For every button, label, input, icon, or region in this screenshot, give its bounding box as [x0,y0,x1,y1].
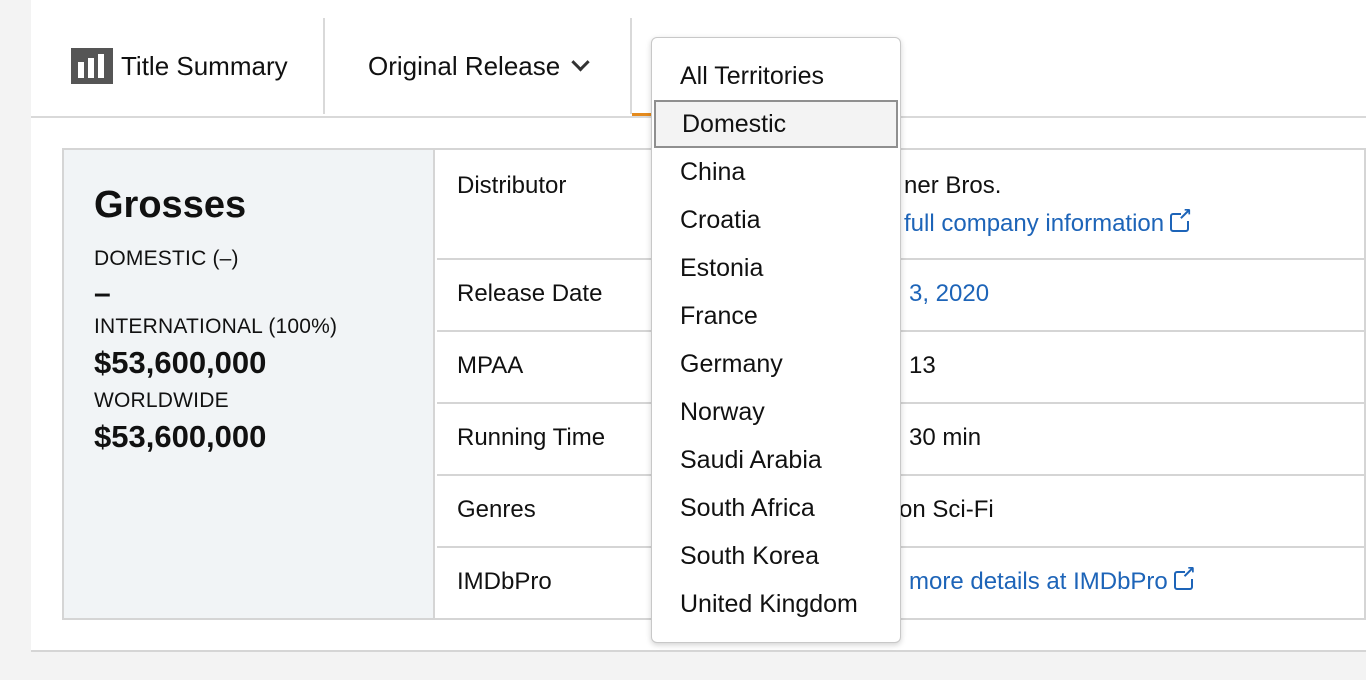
mpaa-value: 13 [909,352,936,379]
domestic-label: DOMESTIC (–) [94,247,239,270]
territory-option-selected[interactable]: Domestic [654,100,898,148]
imdbpro-link-text: more details at IMDbPro [909,568,1168,595]
running-time-label: Running Time [457,424,606,451]
territory-option[interactable]: All Territories [652,52,900,100]
territory-option[interactable]: Estonia [652,244,900,292]
worldwide-label: WORLDWIDE [94,389,229,412]
grosses-panel: Grosses DOMESTIC (–) – INTERNATIONAL (10… [64,150,435,618]
territory-dropdown[interactable]: All Territories Domestic China Croatia E… [651,37,901,643]
mpaa-label: MPAA [457,352,524,379]
row-release-date: Release Date 3, 2020 [437,260,1366,332]
territory-option[interactable]: South Korea [652,532,900,580]
distributor-link[interactable]: full company information [904,205,1192,238]
bar-chart-icon [71,48,113,84]
external-link-icon [1173,563,1196,590]
distributor-link-text: full company information [904,210,1165,237]
tab-title-summary-label: Title Summary [121,50,288,81]
active-tab-underline [632,113,652,116]
genres-value: on Sci-Fi [899,496,994,523]
territory-option[interactable]: Croatia [652,196,900,244]
tab-title-summary[interactable]: Title Summary [71,18,325,114]
worldwide-value: $53,600,000 [94,419,267,454]
row-distributor: Distributor ner Bros. full company infor… [437,150,1366,260]
release-date-label: Release Date [457,280,603,307]
international-value: $53,600,000 [94,345,267,380]
running-time-value: 30 min [909,424,982,451]
territory-option[interactable]: France [652,292,900,340]
imdbpro-link[interactable]: more details at IMDbPro [909,563,1196,596]
distributor-label: Distributor [457,172,567,199]
imdbpro-label: IMDbPro [457,568,552,595]
distributor-value: ner Bros. [904,172,1002,199]
row-genres: Genres on Sci-Fi [437,476,1366,548]
tab-original-release[interactable]: Original Release [325,18,632,114]
territory-option[interactable]: Saudi Arabia [652,436,900,484]
territory-option[interactable]: China [652,148,900,196]
details-rows: Distributor ner Bros. full company infor… [437,150,1366,618]
tab-original-release-label: Original Release [368,50,561,81]
territory-option[interactable]: South Africa [652,484,900,532]
international-label: INTERNATIONAL (100%) [94,315,338,338]
territory-option[interactable]: Germany [652,340,900,388]
chevron-down-icon [571,52,590,71]
domestic-value: – [94,277,111,310]
release-date-link[interactable]: 3, 2020 [909,280,989,308]
row-running-time: Running Time 30 min [437,404,1366,476]
genres-label: Genres [457,496,536,523]
grosses-heading: Grosses [94,184,247,226]
external-link-icon [1170,205,1192,232]
row-mpaa: MPAA 13 [437,332,1366,404]
row-imdbpro: IMDbPro more details at IMDbPro [437,548,1366,618]
territory-option[interactable]: Norway [652,388,900,436]
territory-option[interactable]: United Kingdom [652,580,900,628]
